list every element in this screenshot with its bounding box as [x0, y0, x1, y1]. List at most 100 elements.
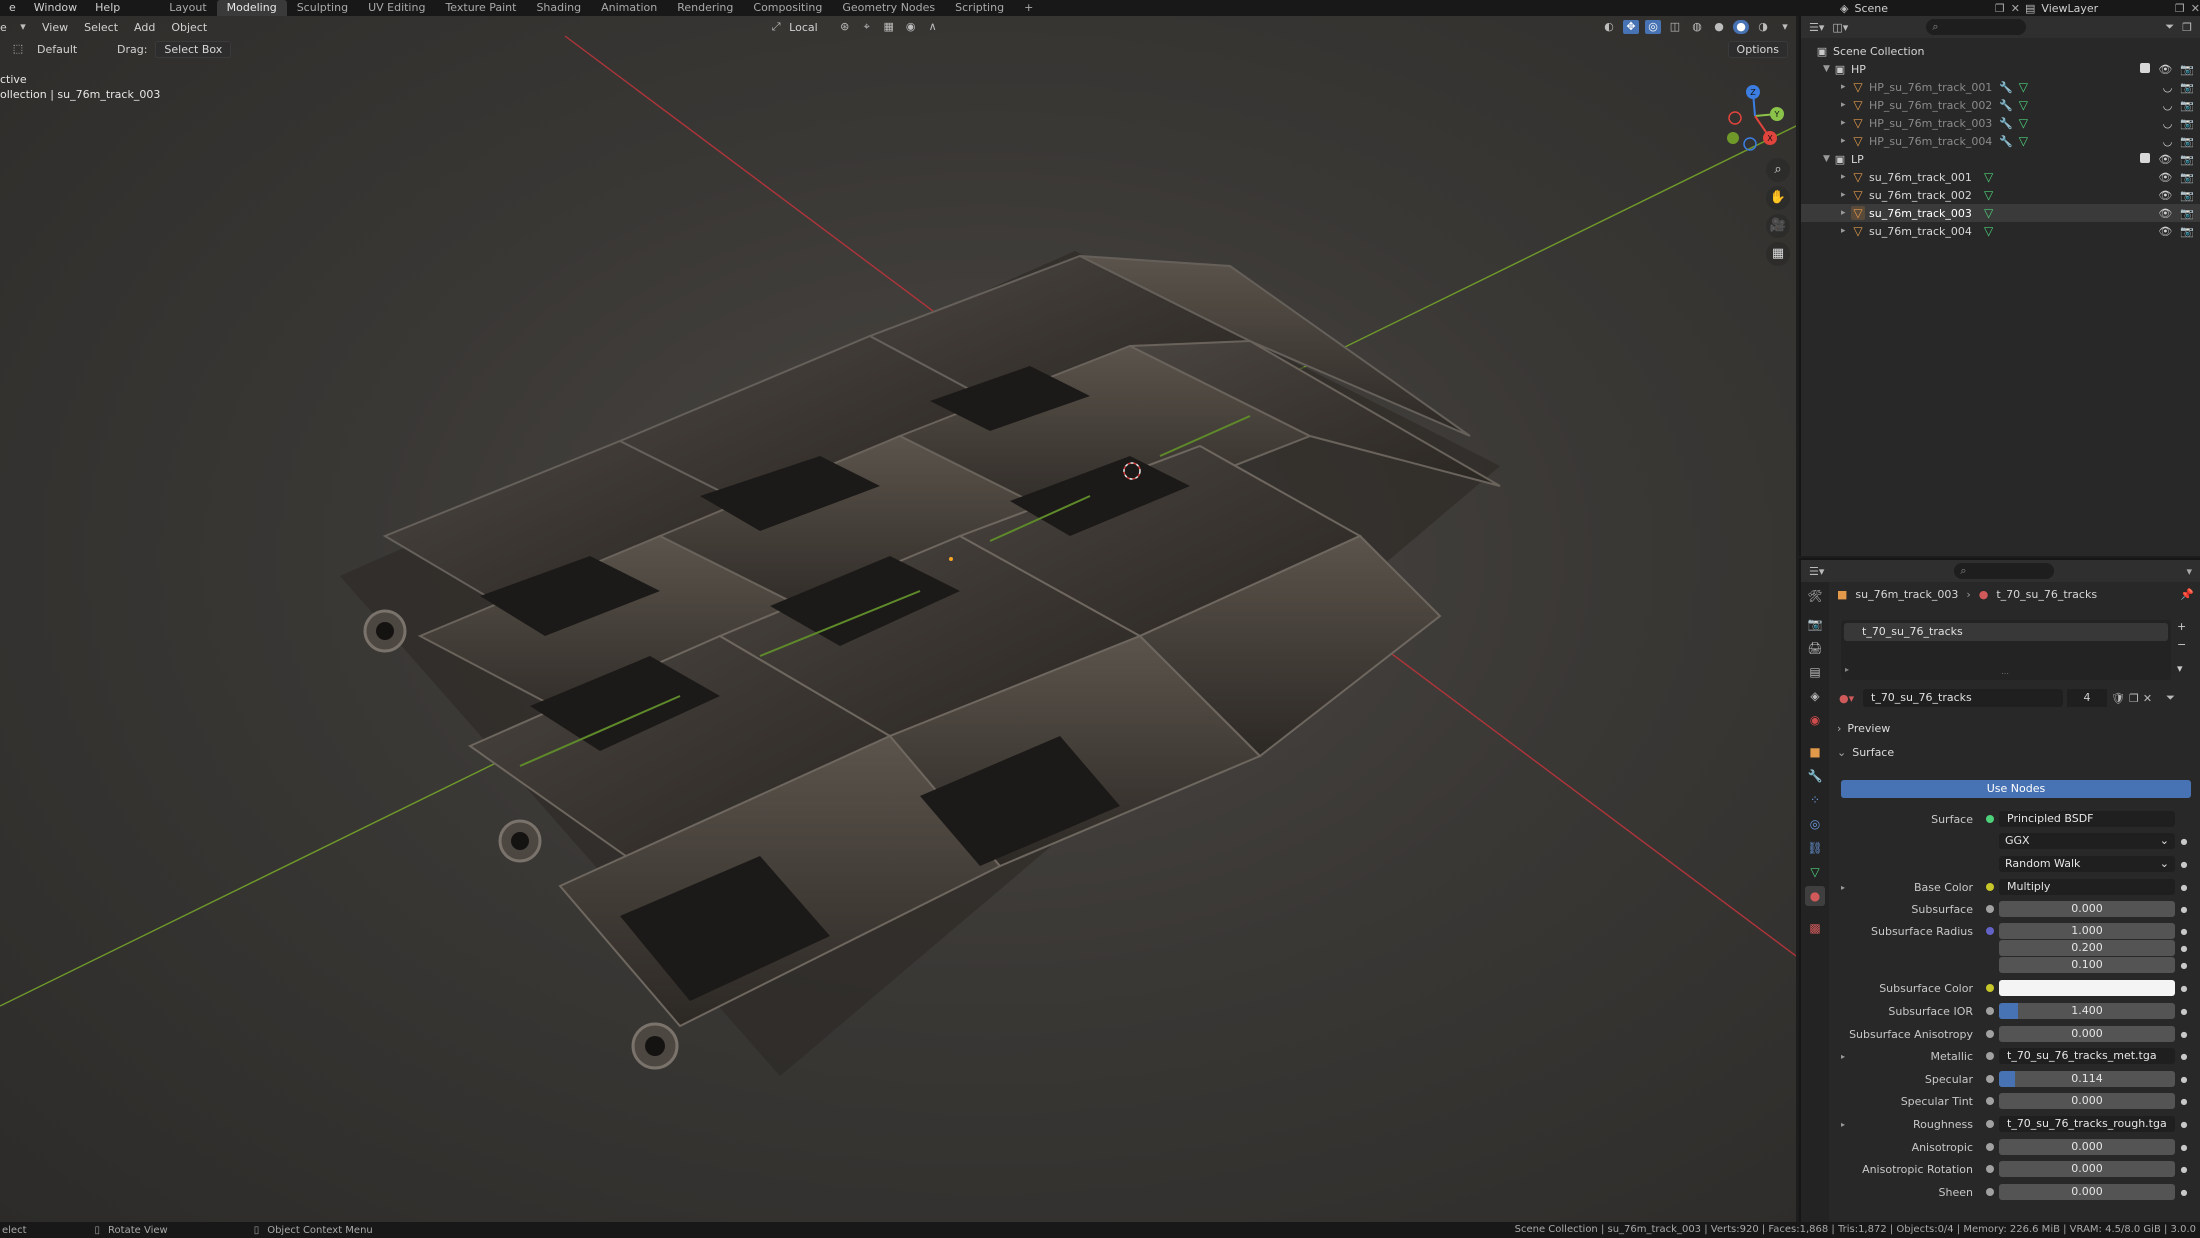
data-tab-icon[interactable]: ▽ — [1805, 862, 1825, 882]
visibility-icon[interactable]: ◐ — [1601, 20, 1617, 34]
wireframe-shading-icon[interactable]: ◍ — [1689, 20, 1705, 34]
value-slider[interactable]: 0.000 — [1999, 1093, 2175, 1109]
camera-icon[interactable]: 📷 — [2180, 225, 2194, 238]
keyframe-dot-icon[interactable]: ● — [2179, 905, 2189, 914]
mesh-data-icon[interactable]: ▽ — [2019, 98, 2028, 112]
pin-icon[interactable]: 📌 — [2180, 588, 2194, 601]
keyframe-dot-icon[interactable]: ● — [2179, 837, 2189, 846]
add-workspace-button[interactable]: + — [1014, 0, 1043, 16]
surface-shader-field[interactable]: Principled BSDF — [1999, 811, 2175, 827]
wrench-icon[interactable]: 🔧 — [1999, 81, 2013, 94]
value-slider[interactable]: 0.000 — [1999, 1184, 2175, 1200]
overlay-icon[interactable]: ◎ — [1645, 20, 1661, 34]
constraints-tab-icon[interactable]: ⛓ — [1805, 838, 1825, 858]
slot-specials-icon[interactable]: ▾ — [2177, 662, 2183, 675]
value-slider[interactable]: 0.000 — [1999, 1161, 2175, 1177]
mesh-data-icon[interactable]: ▽ — [1984, 206, 1993, 220]
eye-closed-icon[interactable]: ◡ — [2163, 99, 2173, 112]
linked-input-field[interactable]: t_70_su_76_tracks_rough.tga — [1999, 1116, 2175, 1132]
object-row[interactable]: ▸ ▽ su_76m_track_002 ▽ 👁 📷 — [1801, 186, 2200, 204]
expand-arrow-icon[interactable]: ▸ — [1841, 136, 1851, 146]
eye-closed-icon[interactable]: ◡ — [2163, 117, 2173, 130]
keyframe-dot-icon[interactable]: ● — [2179, 1097, 2189, 1106]
modifier-tab-icon[interactable]: 🔧 — [1805, 766, 1825, 786]
new-collection-icon[interactable]: ❐ — [2182, 21, 2192, 34]
remove-slot-button[interactable]: − — [2177, 638, 2186, 651]
drag-dropdown[interactable]: Select Box — [155, 40, 232, 58]
object-row-active[interactable]: ▸ ▽ su_76m_track_003 ▽ 👁 📷 — [1801, 204, 2200, 222]
eye-icon[interactable]: 👁 — [2158, 225, 2172, 238]
navigation-gizmo[interactable]: Y Z X — [1720, 76, 1790, 156]
tab-compositing[interactable]: Compositing — [743, 0, 832, 16]
fake-user-icon[interactable]: 🛡 — [2111, 692, 2125, 705]
duplicate-icon[interactable]: ❐ — [2129, 692, 2139, 705]
3d-viewport[interactable]: e ▾ View Select Add Object ⤢ Local ⊛ ⌖ ▦… — [0, 16, 1796, 1222]
use-nodes-button[interactable]: Use Nodes — [1841, 780, 2191, 798]
shading-options-icon[interactable]: ▾ — [1777, 20, 1793, 34]
pan-hand-icon[interactable]: ✋ — [1766, 186, 1790, 210]
keyframe-dot-icon[interactable]: ● — [2179, 1143, 2189, 1152]
socket-icon[interactable] — [1986, 984, 1994, 992]
material-slot[interactable]: t_70_su_76_tracks — [1844, 623, 2168, 641]
keyframe-dot-icon[interactable]: ● — [2179, 883, 2189, 892]
eye-icon[interactable]: 👁 — [2158, 153, 2172, 166]
socket-icon[interactable] — [1986, 1007, 1994, 1015]
keyframe-dot-icon[interactable]: ● — [2179, 984, 2189, 993]
scene-tab-icon[interactable]: ◈ — [1805, 686, 1825, 706]
keyframe-dot-icon[interactable]: ● — [2179, 1052, 2189, 1061]
tab-sculpting[interactable]: Sculpting — [287, 0, 358, 16]
camera-icon[interactable]: 📷 — [2180, 63, 2194, 76]
keyframe-dot-icon[interactable]: ● — [2179, 961, 2189, 970]
camera-icon[interactable]: 📷 — [2180, 117, 2194, 130]
keyframe-dot-icon[interactable]: ● — [2179, 927, 2189, 936]
camera-icon[interactable]: 📷 — [2180, 189, 2194, 202]
keyframe-dot-icon[interactable]: ● — [2179, 1075, 2189, 1084]
tab-scripting[interactable]: Scripting — [945, 0, 1014, 16]
preview-panel-header[interactable]: › Preview — [1837, 718, 2197, 738]
rendered-shading-icon[interactable]: ◑ — [1755, 20, 1771, 34]
material-tab-icon[interactable]: ● — [1805, 886, 1825, 906]
value-slider[interactable]: 0.200 — [1999, 940, 2175, 956]
outliner-search-input[interactable]: ⌕ — [1926, 19, 2027, 35]
keyframe-dot-icon[interactable]: ● — [2179, 944, 2189, 953]
copy-icon[interactable]: ❐ — [1995, 2, 2005, 15]
expand-arrow-icon[interactable]: ▸ — [1841, 208, 1851, 218]
menu-window[interactable]: Window — [25, 0, 86, 16]
keyframe-dot-icon[interactable]: ● — [2179, 1030, 2189, 1039]
wrench-icon[interactable]: 🔧 — [1999, 117, 2013, 130]
material-name-field[interactable]: t_70_su_76_tracks — [1863, 689, 2063, 707]
expand-arrow-icon[interactable]: ▸ — [1841, 100, 1851, 110]
camera-icon[interactable]: 📷 — [2180, 135, 2194, 148]
value-slider[interactable]: 1.400 — [1999, 1003, 2175, 1019]
proportional-edit-icon[interactable]: ◉ — [903, 20, 919, 34]
socket-icon[interactable] — [1986, 1075, 1994, 1083]
socket-icon[interactable] — [1986, 1052, 1994, 1060]
subsurface-method-dropdown[interactable]: Random Walk ⌄ — [1999, 856, 2175, 872]
menu-add[interactable]: Add — [126, 21, 163, 34]
expand-arrow-icon[interactable]: ▼ — [1823, 64, 1833, 74]
expand-arrow-icon[interactable]: ▼ — [1823, 154, 1833, 164]
socket-icon[interactable] — [1986, 1188, 1994, 1196]
copy-icon[interactable]: ❐ — [2175, 2, 2185, 15]
material-browse-icon[interactable]: ●▾ — [1839, 692, 1859, 705]
collection-row-hp[interactable]: ▼ ▣ HP 👁 📷 — [1801, 60, 2200, 78]
list-resize-handle[interactable]: ⋯ — [2001, 669, 2009, 678]
collection-row-lp[interactable]: ▼ ▣ LP 👁 📷 — [1801, 150, 2200, 168]
mesh-data-icon[interactable]: ▽ — [2019, 116, 2028, 130]
tab-animation[interactable]: Animation — [591, 0, 667, 16]
surface-panel-header[interactable]: ⌄ Surface — [1837, 742, 2197, 762]
socket-icon[interactable] — [1986, 1030, 1994, 1038]
tab-texture-paint[interactable]: Texture Paint — [435, 0, 526, 16]
chevron-down-icon[interactable]: ▾ — [2186, 565, 2192, 578]
options-dropdown[interactable]: Options — [1727, 40, 1788, 58]
display-mode-icon[interactable]: ◫▾ — [1832, 21, 1848, 34]
eye-icon[interactable]: 👁 — [2158, 189, 2172, 202]
tab-uv-editing[interactable]: UV Editing — [358, 0, 435, 16]
scene-collection-row[interactable]: ▣ Scene Collection — [1801, 42, 2200, 60]
tab-modeling[interactable]: Modeling — [216, 0, 287, 16]
object-row[interactable]: ▸ ▽ HP_su_76m_track_001 🔧 ▽ ◡ 📷 — [1801, 78, 2200, 96]
physics-tab-icon[interactable]: ◎ — [1805, 814, 1825, 834]
menu-object[interactable]: Object — [163, 21, 215, 34]
solid-shading-icon[interactable]: ● — [1711, 20, 1727, 34]
mesh-data-icon[interactable]: ▽ — [2019, 134, 2028, 148]
